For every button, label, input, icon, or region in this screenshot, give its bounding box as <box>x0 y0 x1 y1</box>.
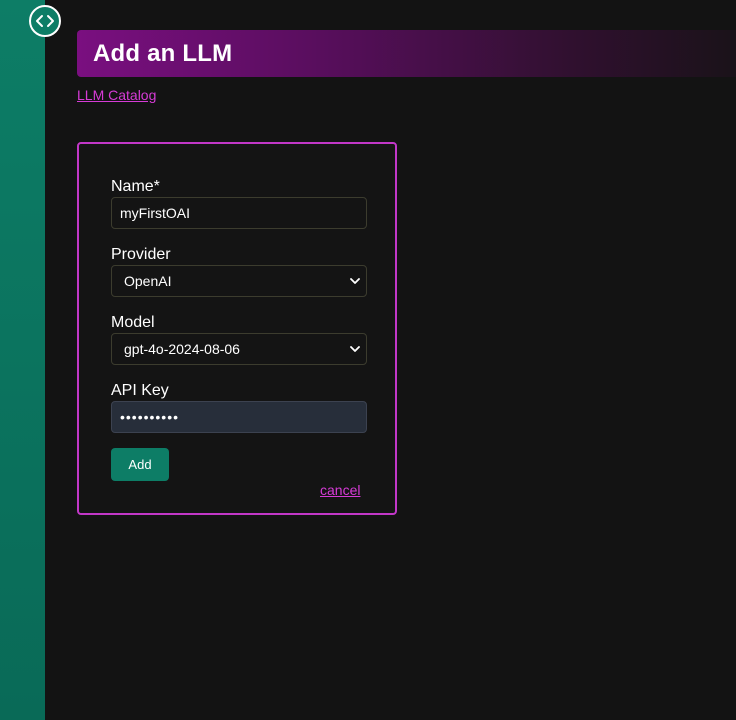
api-key-input-value: •••••••••• <box>120 409 180 425</box>
page-header: Add an LLM <box>77 30 736 77</box>
name-input-value: myFirstOAI <box>120 205 190 221</box>
add-button[interactable]: Add <box>111 448 169 481</box>
api-key-label: API Key <box>111 382 169 399</box>
provider-select-value: OpenAI <box>124 273 172 289</box>
chevron-down-icon <box>350 277 360 284</box>
provider-select[interactable]: OpenAI <box>111 265 367 297</box>
model-label: Model <box>111 314 155 331</box>
model-select[interactable]: gpt-4o-2024-08-06 <box>111 333 367 365</box>
provider-label: Provider <box>111 246 171 263</box>
api-key-input[interactable]: •••••••••• <box>111 401 367 433</box>
name-label: Name* <box>111 178 160 195</box>
code-brackets-icon <box>36 15 54 27</box>
name-input[interactable]: myFirstOAI <box>111 197 367 229</box>
sidebar-toggle-button[interactable] <box>29 5 61 37</box>
page-title: Add an LLM <box>93 39 233 67</box>
cancel-link[interactable]: cancel <box>320 482 360 498</box>
add-llm-form: Name* myFirstOAI Provider OpenAI Model g… <box>77 142 397 515</box>
sidebar <box>0 0 45 720</box>
chevron-down-icon <box>350 345 360 352</box>
model-select-value: gpt-4o-2024-08-06 <box>124 341 240 357</box>
breadcrumb-llm-catalog[interactable]: LLM Catalog <box>77 87 156 103</box>
